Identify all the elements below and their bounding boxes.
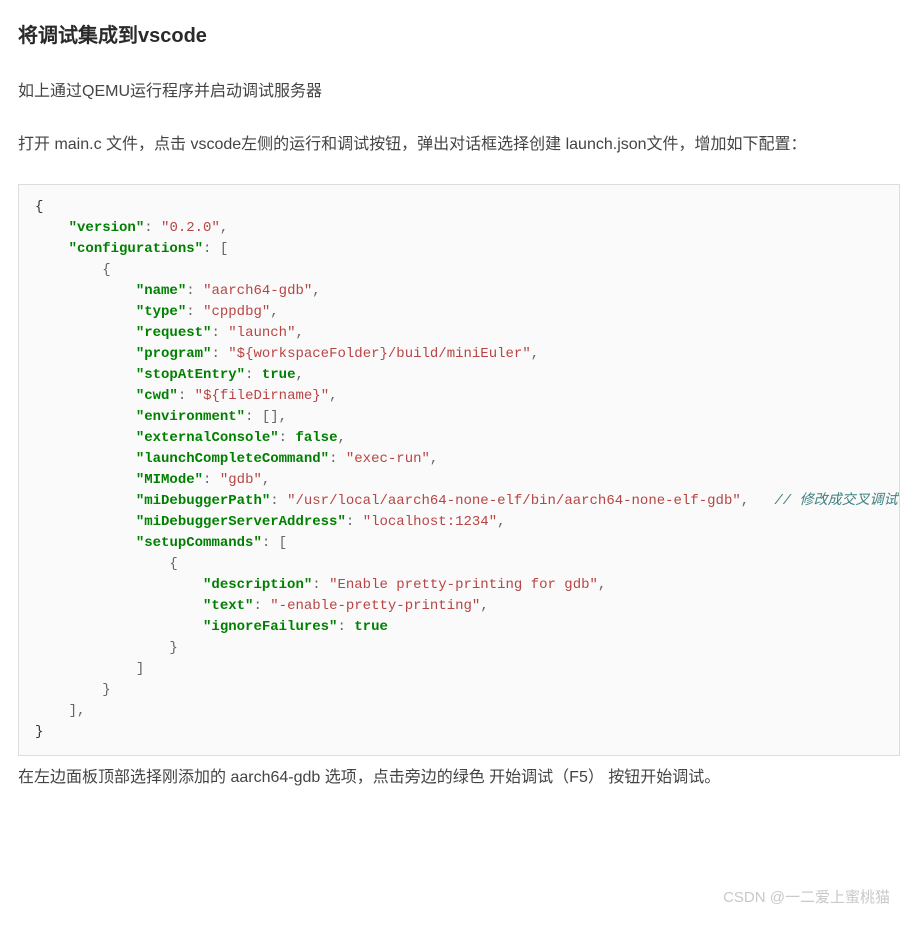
watermark: CSDN @一二爱上蜜桃猫 <box>723 884 890 911</box>
code-setupcommands-key: setupCommands <box>144 535 253 551</box>
code-midebuggerpath: /usr/local/aarch64-none-elf/bin/aarch64-… <box>295 493 732 509</box>
paragraph-3: 在左边面板顶部选择刚添加的 aarch64-gdb 选项，点击旁边的绿色 开始调… <box>18 764 900 793</box>
code-midebuggerserveraddress: localhost:1234 <box>371 514 489 530</box>
code-cwd: ${fileDirname} <box>203 388 321 404</box>
code-externalconsole: false <box>295 430 337 446</box>
code-configurations-key: configurations <box>77 241 195 257</box>
code-version: 0.2.0 <box>169 220 211 236</box>
code-type: cppdbg <box>211 304 261 320</box>
code-sc-text: -enable-pretty-printing <box>279 598 472 614</box>
code-launchcompletecommand: exec-run <box>354 451 421 467</box>
paragraph-2: 打开 main.c 文件，点击 vscode左侧的运行和调试按钮，弹出对话框选择… <box>18 131 900 160</box>
code-request: launch <box>237 325 287 341</box>
code-sc-description: Enable pretty-printing for gdb <box>337 577 589 593</box>
code-stopatentry: true <box>262 367 296 383</box>
code-environment: [] <box>262 409 279 425</box>
paragraph-1: 如上通过QEMU运行程序并启动调试服务器 <box>18 78 900 107</box>
code-name: aarch64-gdb <box>211 283 303 299</box>
code-sc-ignorefailures: true <box>354 619 388 635</box>
code-program: ${workspaceFolder}/build/miniEuler <box>237 346 523 362</box>
code-mimode: gdb <box>228 472 253 488</box>
section-heading: 将调试集成到vscode <box>18 18 900 54</box>
code-comment: // 修改成交叉调试器 <box>774 493 900 509</box>
code-block: { "version": "0.2.0", "configurations": … <box>18 184 900 756</box>
